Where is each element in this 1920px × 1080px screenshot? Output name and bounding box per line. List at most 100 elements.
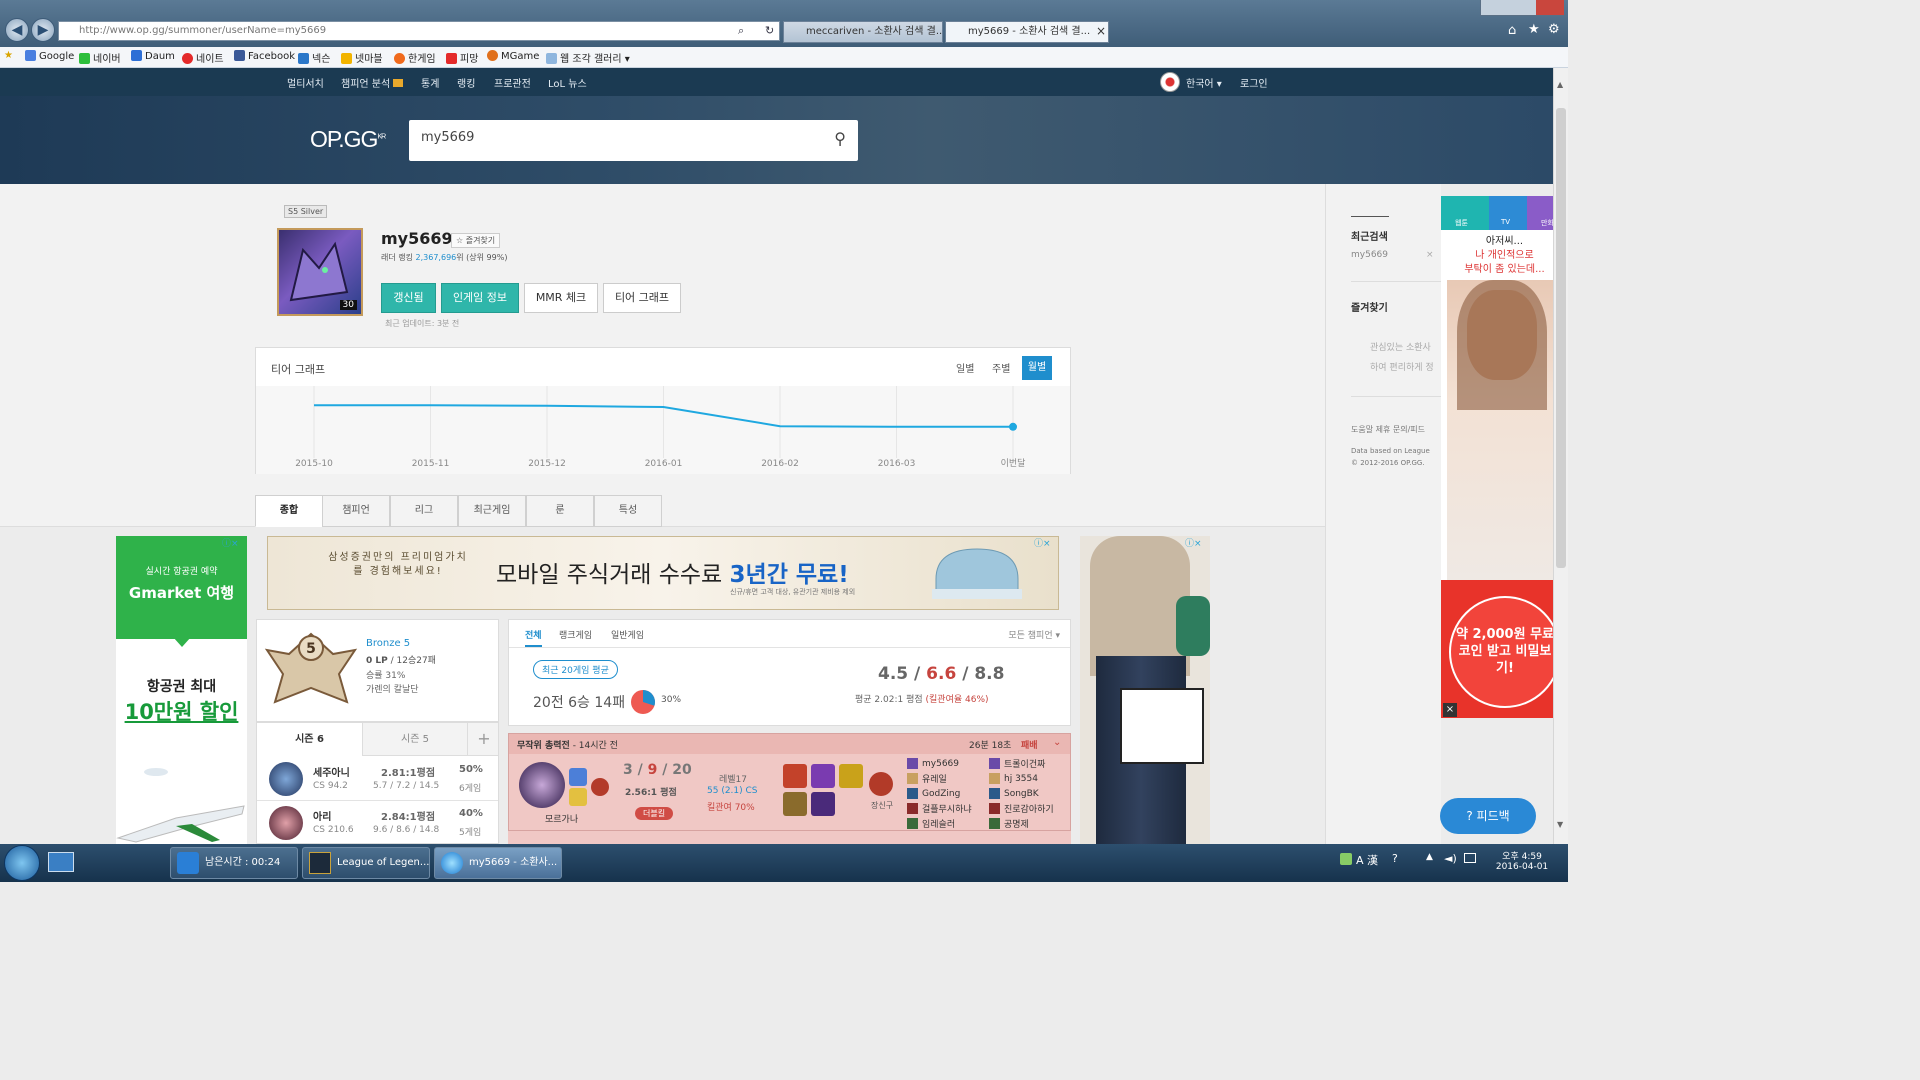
champion-filter-select[interactable]: 모든 챔피언 ▾: [1008, 628, 1060, 641]
summoner-search-box[interactable]: ⚲: [409, 120, 858, 161]
nav-pro-spectate[interactable]: 프로관전: [494, 75, 531, 90]
mmr-check-button[interactable]: MMR 체크: [524, 283, 598, 313]
favorites-star-icon[interactable]: ★: [1528, 22, 1540, 37]
team-player[interactable]: 걸플무시하냐: [907, 801, 972, 816]
fav-facebook[interactable]: Facebook: [234, 50, 295, 62]
nav-lol-news[interactable]: LoL 뉴스: [548, 75, 587, 90]
taskbar-item-timer[interactable]: 남은시간 : 00:24: [170, 847, 298, 879]
ad-info-icon[interactable]: ⓘ×: [222, 536, 239, 549]
champ-row[interactable]: 세주아니 CS 94.2 2.81:1평점 5.7 / 7.2 / 14.5 5…: [257, 757, 498, 801]
fav-hangame[interactable]: 한게임: [394, 50, 436, 65]
tab-close-icon[interactable]: ×: [1096, 24, 1106, 38]
fav-daum[interactable]: Daum: [131, 50, 175, 62]
team-player[interactable]: 트롤이건짜: [989, 756, 1054, 771]
help-icon[interactable]: ?: [1392, 852, 1398, 865]
footer-links[interactable]: 도움말 제휴 문의/피드: [1351, 424, 1425, 435]
nav-stats[interactable]: 통계: [421, 75, 439, 90]
page-scrollbar[interactable]: ▲ ▼: [1553, 68, 1568, 844]
search-input[interactable]: [421, 130, 821, 145]
network-icon[interactable]: [1464, 853, 1476, 863]
fav-webslice-gallery[interactable]: 웹 조각 갤러리 ▾: [546, 50, 630, 65]
fav-mgame[interactable]: MGame: [487, 50, 539, 62]
period-weekly[interactable]: 주별: [992, 360, 1010, 375]
ad-close-icon[interactable]: ×: [1443, 703, 1457, 717]
search-icon[interactable]: ⌕: [738, 24, 744, 38]
home-icon[interactable]: ⌂: [1508, 23, 1516, 38]
fav-pmang[interactable]: 피망: [446, 50, 478, 65]
refresh-icon[interactable]: ↻: [765, 24, 774, 37]
tools-gear-icon[interactable]: ⚙: [1548, 22, 1560, 37]
clock[interactable]: 오후 4:59 2016-04-01: [1494, 849, 1550, 872]
team-player[interactable]: 공명제: [989, 816, 1054, 831]
champ-row[interactable]: 아리 CS 210.6 2.84:1평점 9.6 / 8.6 / 14.8 40…: [257, 801, 498, 843]
feedback-button[interactable]: ? 피드백: [1440, 798, 1536, 834]
ime-indicator[interactable]: A 漢: [1356, 852, 1378, 868]
add-season-button[interactable]: +: [467, 723, 498, 756]
ad-info-icon[interactable]: ⓘ×: [1034, 536, 1051, 549]
ad-info-icon[interactable]: ⓘ×: [1185, 536, 1202, 549]
taskbar-item-ie[interactable]: my5669 - 소환사...: [434, 847, 562, 879]
login-link[interactable]: 로그인: [1240, 75, 1268, 90]
fav-nexon[interactable]: 넥슨: [298, 50, 330, 65]
team-player[interactable]: hj 3554: [989, 771, 1054, 786]
browser-tab-my5669[interactable]: my5669 - 소환사 검색 결...: [945, 21, 1109, 43]
fav-netmarble[interactable]: 넷마블: [341, 50, 383, 65]
period-daily[interactable]: 일별: [956, 360, 974, 375]
opgg-logo[interactable]: OP.GGKR: [310, 126, 386, 153]
tab-champions[interactable]: 챔피언: [322, 495, 390, 527]
tab-masteries[interactable]: 특성: [594, 495, 662, 527]
search-icon[interactable]: ⚲: [834, 129, 846, 148]
window-controls[interactable]: [1480, 0, 1564, 16]
left-ad[interactable]: 실시간 항공권 예약 Gmarket 여행 항공권 최대 10만원 할인: [116, 536, 247, 844]
expand-chevron-icon[interactable]: ⌄: [1053, 737, 1061, 748]
taskbar-item-lol[interactable]: League of Legen...: [302, 847, 430, 879]
tier-current-point[interactable]: [1009, 422, 1017, 431]
ad-tab-tv[interactable]: TV: [1501, 218, 1510, 226]
favorites-star-icon[interactable]: ★: [4, 50, 13, 61]
close-window-icon[interactable]: [1536, 0, 1564, 15]
season-6-tab[interactable]: 시즌 6: [257, 723, 362, 756]
tray-icon[interactable]: [1340, 853, 1352, 865]
tray-expand-icon[interactable]: ▲: [1426, 852, 1433, 862]
tab-recent-games[interactable]: 최근게임: [458, 495, 526, 527]
start-button[interactable]: [4, 845, 40, 881]
volume-icon[interactable]: ◄): [1444, 852, 1457, 865]
browser-tab-meccariven[interactable]: meccariven - 소환사 검색 결...: [783, 21, 943, 43]
ladder-rank-value[interactable]: 2,367,696: [416, 253, 457, 262]
fav-google[interactable]: Google: [25, 50, 74, 62]
remove-recent-icon[interactable]: ×: [1426, 250, 1434, 260]
scroll-down-icon[interactable]: ▼: [1557, 820, 1563, 829]
webtoon-side-ad[interactable]: 웹툰 TV 만화 아저씨... 나 개인적으로 부탁이 좀 있는데... 약 2…: [1441, 196, 1568, 718]
fav-nate[interactable]: 네이트: [182, 50, 224, 65]
nav-multisearch[interactable]: 멀티서치: [287, 75, 324, 90]
nav-champion-analysis[interactable]: 챔피언 분석: [341, 75, 404, 90]
address-bar[interactable]: http://www.op.gg/summoner/userName=my566…: [58, 21, 780, 41]
ingame-info-button[interactable]: 인게임 정보: [441, 283, 519, 313]
filter-all[interactable]: 전체: [525, 628, 542, 647]
season-5-tab[interactable]: 시즌 5: [362, 723, 467, 756]
nav-ranking[interactable]: 랭킹: [457, 75, 475, 90]
team-player[interactable]: 유레일: [907, 771, 972, 786]
language-select[interactable]: 한국어 ▾: [1186, 75, 1222, 90]
filter-normal[interactable]: 일반게임: [611, 628, 644, 641]
next-game-row[interactable]: [508, 831, 1071, 844]
forward-button[interactable]: ▶: [31, 18, 55, 42]
team-player[interactable]: 임레슬러: [907, 816, 972, 831]
refresh-button[interactable]: 갱신됨: [381, 283, 436, 313]
recent-search-item[interactable]: my5669: [1351, 250, 1388, 260]
right-ad-fashion[interactable]: [1080, 536, 1210, 844]
promo-circle[interactable]: 약 2,000원 무료코인 받고 비밀보기!: [1449, 596, 1561, 708]
tab-overview[interactable]: 종합: [255, 495, 323, 527]
game-row-loss[interactable]: 무작위 총력전 - 14시간 전 26분 18초 패배 ⌄ 모르가나 3 / 9…: [508, 733, 1071, 831]
filter-ranked[interactable]: 랭크게임: [559, 628, 592, 641]
tab-league[interactable]: 리그: [390, 495, 458, 527]
ad-tab-webtoon[interactable]: 웹툰: [1455, 218, 1468, 228]
scroll-thumb[interactable]: [1556, 108, 1566, 568]
scroll-up-icon[interactable]: ▲: [1557, 80, 1563, 89]
back-button[interactable]: ◀: [5, 18, 29, 42]
ad-tab-comic[interactable]: 만화: [1541, 218, 1554, 228]
tier-graph-button[interactable]: 티어 그래프: [603, 283, 681, 313]
team-player[interactable]: SongBK: [989, 786, 1054, 801]
period-monthly[interactable]: 월별: [1022, 356, 1052, 380]
favorite-button[interactable]: ☆ 즐겨찾기: [451, 233, 501, 248]
